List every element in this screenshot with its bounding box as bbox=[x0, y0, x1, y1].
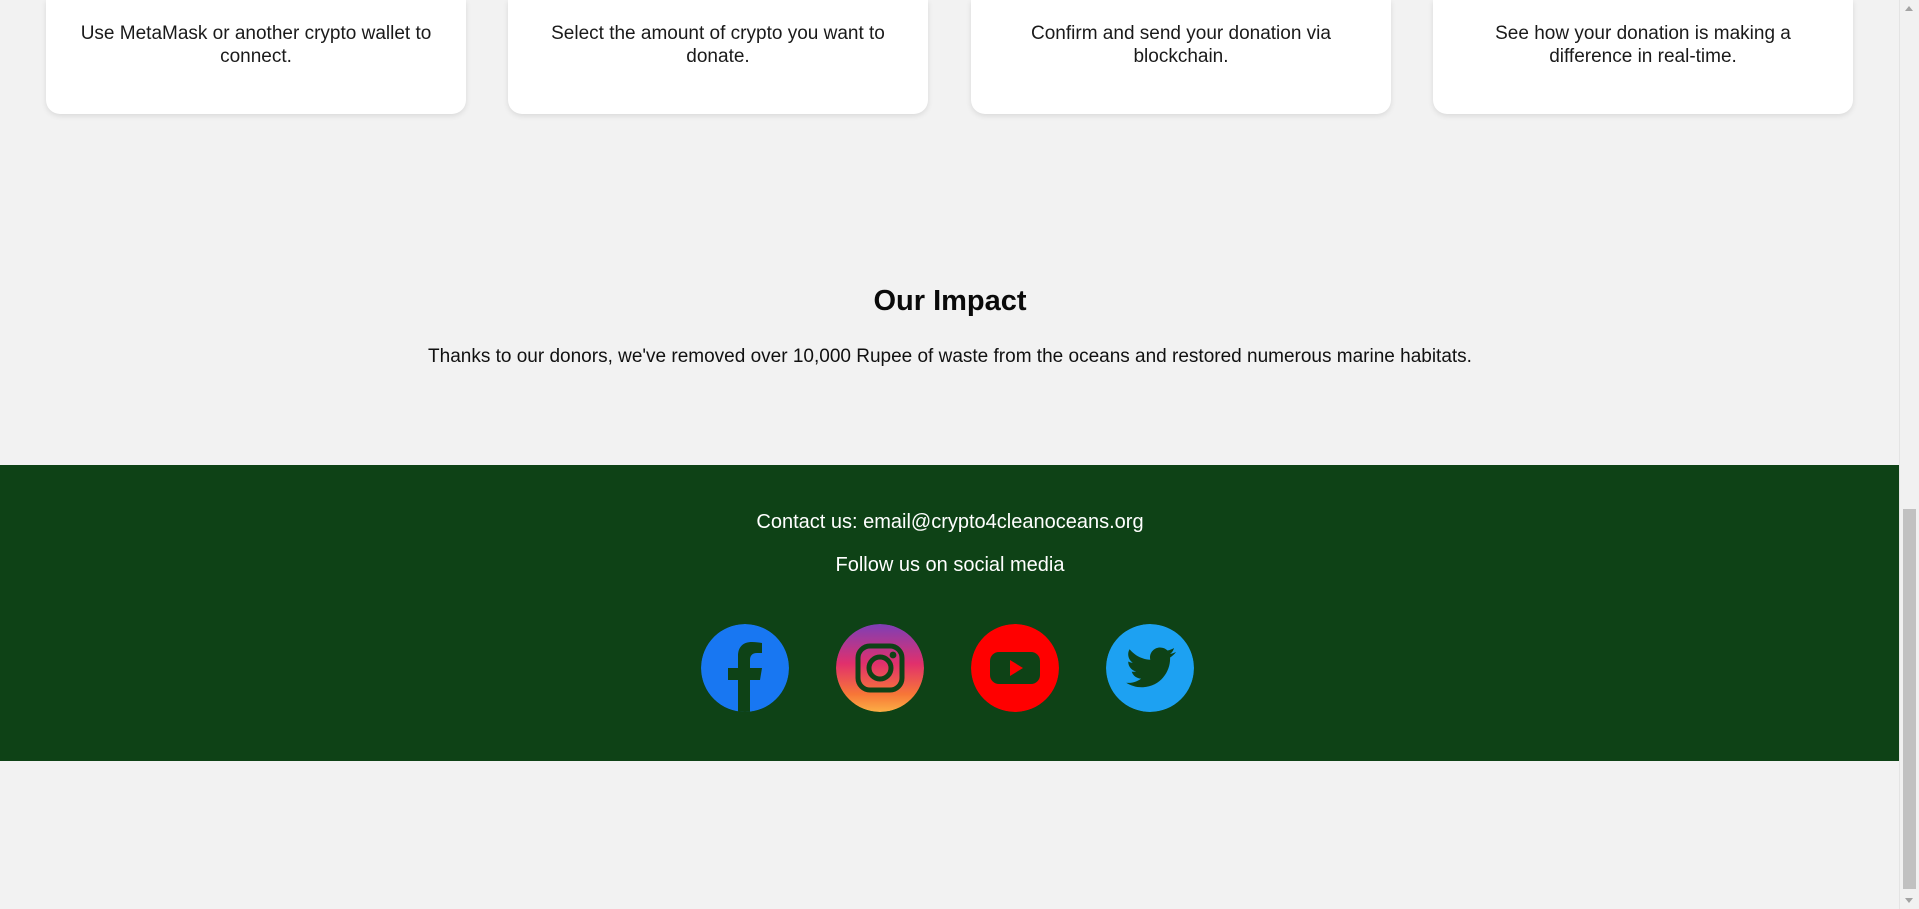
instagram-icon bbox=[836, 624, 924, 712]
step-card: See how your donation is making a differ… bbox=[1433, 0, 1853, 114]
step-card: Confirm and send your donation via block… bbox=[971, 0, 1391, 114]
social-links bbox=[0, 624, 1900, 712]
twitter-link[interactable] bbox=[1106, 624, 1194, 712]
scroll-down-icon[interactable] bbox=[1905, 898, 1913, 903]
impact-title: Our Impact bbox=[873, 285, 1027, 317]
contact-text: Contact us: email@crypto4cleanoceans.org bbox=[756, 511, 1144, 533]
impact-text: Thanks to our donors, we've removed over… bbox=[428, 346, 1472, 367]
instagram-link[interactable] bbox=[836, 624, 924, 712]
step-card: Use MetaMask or another crypto wallet to… bbox=[46, 0, 466, 114]
steps-section: Use MetaMask or another crypto wallet to… bbox=[0, 0, 1900, 115]
page: Use MetaMask or another crypto wallet to… bbox=[0, 0, 1900, 909]
facebook-link[interactable] bbox=[701, 624, 789, 712]
youtube-icon bbox=[971, 624, 1059, 712]
step-card-text: Use MetaMask or another crypto wallet to… bbox=[80, 23, 432, 67]
facebook-icon bbox=[701, 624, 789, 712]
step-card-text: See how your donation is making a differ… bbox=[1495, 23, 1791, 67]
scroll-up-icon[interactable] bbox=[1905, 6, 1913, 11]
scroll-thumb[interactable] bbox=[1903, 509, 1916, 889]
scrollbar[interactable] bbox=[1899, 0, 1919, 909]
footer: Contact us: email@crypto4cleanoceans.org… bbox=[0, 465, 1900, 761]
follow-text: Follow us on social media bbox=[835, 554, 1065, 576]
step-card-text: Confirm and send your donation via block… bbox=[1031, 23, 1331, 67]
youtube-link[interactable] bbox=[971, 624, 1059, 712]
twitter-icon bbox=[1106, 624, 1194, 712]
step-card-text: Select the amount of crypto you want to … bbox=[551, 23, 885, 67]
step-card: Select the amount of crypto you want to … bbox=[508, 0, 928, 114]
